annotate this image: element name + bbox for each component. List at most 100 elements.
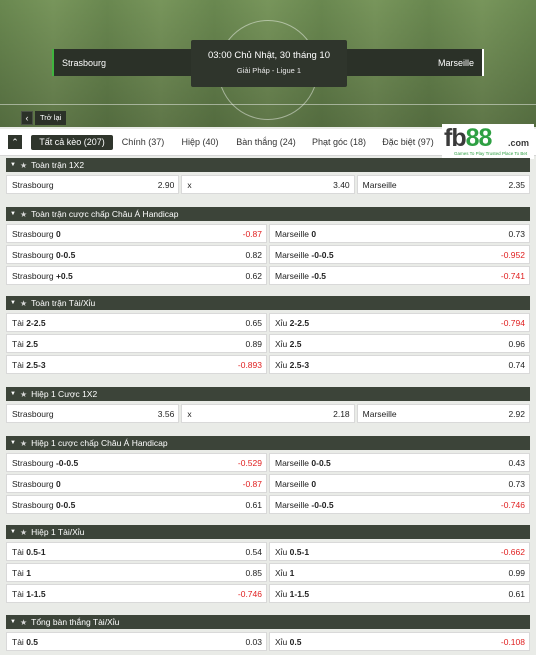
- star-icon[interactable]: ★: [20, 390, 27, 399]
- tab-main[interactable]: Chính (37): [118, 135, 168, 150]
- collapse-all-button[interactable]: ⌃: [8, 135, 22, 149]
- odds-value: 0.61: [245, 499, 262, 510]
- caret-down-icon: ▼: [10, 211, 16, 217]
- odds-value: 0.43: [508, 457, 525, 468]
- star-icon[interactable]: ★: [20, 161, 27, 170]
- home-team-name: Strasbourg: [62, 57, 107, 68]
- odds-row: Strasbourg 3.56 x 2.18 Marseille 2.92: [6, 404, 530, 423]
- caret-down-icon: ▼: [10, 162, 16, 168]
- match-header: Strasbourg Marseille 03:00 Chủ Nhật, 30 …: [0, 0, 536, 127]
- odds-cell[interactable]: Tài 0.5 0.03: [6, 632, 267, 651]
- selection-label: Tài 0.5: [12, 637, 38, 647]
- market-section-header[interactable]: ▼ ★ Toàn trận 1X2: [6, 158, 530, 172]
- odds-cell[interactable]: Tài 2-2.5 0.65: [6, 313, 267, 332]
- selection-line: -0-0.5: [311, 249, 334, 260]
- odds-cell[interactable]: Strasbourg +0.5 0.62: [6, 266, 267, 285]
- selection-label: Strasbourg 0-0.5: [12, 250, 75, 260]
- odds-cell[interactable]: Xỉu 2-2.5 -0.794: [269, 313, 530, 332]
- odds-value: 0.89: [245, 338, 262, 349]
- selection-label: Strasbourg 0: [12, 229, 61, 239]
- odds-value: 0.61: [508, 588, 525, 599]
- odds-value: -0.794: [500, 317, 525, 328]
- odds-cell[interactable]: Strasbourg 0 -0.87: [6, 474, 267, 493]
- odds-value: 3.56: [157, 408, 175, 419]
- selection-name: x: [187, 408, 192, 419]
- odds-cell[interactable]: Strasbourg 0-0.5 0.61: [6, 495, 267, 514]
- odds-cell[interactable]: Xỉu 0.5 -0.108: [269, 632, 530, 651]
- market-section-header[interactable]: ▼ ★ Tổng bàn thắng Tài/Xỉu: [6, 615, 530, 629]
- selection-label: Xỉu 2-2.5: [275, 318, 309, 328]
- market-section-header[interactable]: ▼ ★ Toàn trận cược chấp Châu Á Handicap: [6, 207, 530, 221]
- odds-cell[interactable]: Marseille 0 0.73: [269, 224, 530, 243]
- tab-corners[interactable]: Phạt góc (18): [308, 135, 370, 150]
- odds-cell[interactable]: x 2.18: [181, 404, 355, 423]
- tab-half[interactable]: Hiệp (40): [176, 135, 224, 150]
- selection-line: 0-0.5: [311, 457, 331, 468]
- match-time: 03:00 Chủ Nhật, 30 tháng 10: [207, 50, 330, 61]
- selection-label: Marseille 0: [275, 229, 316, 239]
- odds-cell[interactable]: Tài 2.5 0.89: [6, 334, 267, 353]
- market-section: ▼ ★ Toàn trận Tài/Xỉu Tài 2-2.5 0.65 Xỉu 2-2.…: [6, 296, 530, 377]
- odds-value: 0.65: [245, 317, 262, 328]
- odds-cell[interactable]: Xỉu 1 0.99: [269, 563, 530, 582]
- odds-cell[interactable]: Xỉu 2.5-3 0.74: [269, 355, 530, 374]
- market-section-header[interactable]: ▼ ★ Hiệp 1 Cược 1X2: [6, 387, 530, 401]
- selection-name: Marseille: [275, 249, 310, 260]
- odds-cell[interactable]: x 3.40: [181, 175, 355, 194]
- odds-cell[interactable]: Tài 2.5-3 -0.893: [6, 355, 267, 374]
- match-league: Giải Pháp - Ligue 1: [236, 66, 302, 75]
- tab-all[interactable]: Tất cả kèo (207): [31, 135, 113, 150]
- selection-name: Marseille: [275, 270, 310, 281]
- market-section-header[interactable]: ▼ ★ Hiệp 1 cược chấp Châu Á Handicap: [6, 436, 530, 450]
- star-icon[interactable]: ★: [20, 210, 27, 219]
- odds-value: 2.90: [157, 179, 175, 190]
- tab-special[interactable]: Đặc biệt (97): [380, 135, 436, 150]
- star-icon[interactable]: ★: [20, 618, 27, 627]
- odds-cell[interactable]: Xỉu 2.5 0.96: [269, 334, 530, 353]
- selection-label: x: [187, 409, 191, 419]
- market-section-header[interactable]: ▼ ★ Toàn trận Tài/Xỉu: [6, 296, 530, 310]
- star-icon[interactable]: ★: [20, 439, 27, 448]
- odds-cell[interactable]: Xỉu 1-1.5 0.61: [269, 584, 530, 603]
- selection-name: Xỉu: [275, 636, 288, 647]
- odds-cell[interactable]: Marseille 2.92: [356, 404, 530, 423]
- selection-name: Tài: [12, 317, 24, 328]
- odds-row: Strasbourg 0-0.5 0.82 Marseille -0-0.5 -0.9…: [6, 245, 530, 264]
- odds-cell[interactable]: Strasbourg 0-0.5 0.82: [6, 245, 267, 264]
- selection-label: Strasbourg 0-0.5: [12, 500, 75, 510]
- odds-cell[interactable]: Strasbourg -0-0.5 -0.529: [6, 453, 267, 472]
- selection-label: Tài 0.5-1: [12, 547, 46, 557]
- odds-cell[interactable]: Tài 1-1.5 -0.746: [6, 584, 267, 603]
- double-chevron-up-icon: ⌃: [11, 136, 19, 147]
- odds-cell[interactable]: Strasbourg 3.56: [6, 404, 180, 423]
- odds-value: 3.40: [333, 179, 350, 190]
- odds-value: -0.529: [237, 457, 262, 468]
- market-title: Tổng bàn thắng Tài/Xỉu: [31, 617, 120, 627]
- star-icon[interactable]: ★: [20, 528, 27, 537]
- logo-wordmark: fb88: [444, 124, 492, 152]
- selection-line: 2.5: [26, 338, 39, 349]
- star-icon[interactable]: ★: [20, 299, 27, 308]
- odds-cell[interactable]: Tài 0.5-1 0.54: [6, 542, 267, 561]
- odds-cell[interactable]: Marseille 0 0.73: [269, 474, 530, 493]
- back-button[interactable]: ‹ Trở lại: [21, 111, 67, 125]
- selection-label: Strasbourg 0: [12, 479, 61, 489]
- odds-cell[interactable]: Marseille -0-0.5 -0.746: [269, 495, 530, 514]
- market-section-header[interactable]: ▼ ★ Hiệp 1 Tài/Xỉu: [6, 525, 530, 539]
- odds-cell[interactable]: Marseille 2.35: [356, 175, 530, 194]
- odds-cell[interactable]: Marseille -0.5 -0.741: [269, 266, 530, 285]
- odds-row: Tài 0.5-1 0.54 Xỉu 0.5-1 -0.662: [6, 542, 530, 561]
- caret-down-icon: ▼: [10, 391, 16, 397]
- odds-row: Strasbourg 0-0.5 0.61 Marseille -0-0.5 -0.7…: [6, 495, 530, 514]
- home-team: Strasbourg: [52, 49, 192, 76]
- odds-cell[interactable]: Marseille 0-0.5 0.43: [269, 453, 530, 472]
- odds-cell[interactable]: Strasbourg 2.90: [6, 175, 180, 194]
- odds-cell[interactable]: Marseille -0-0.5 -0.952: [269, 245, 530, 264]
- odds-cell[interactable]: Tài 1 0.85: [6, 563, 267, 582]
- odds-cell[interactable]: Strasbourg 0 -0.87: [6, 224, 267, 243]
- odds-value: 0.99: [508, 567, 525, 578]
- selection-name: Marseille: [275, 499, 310, 510]
- tab-goals[interactable]: Bàn thắng (24): [233, 135, 299, 150]
- odds-value: -0.662: [500, 546, 525, 557]
- odds-cell[interactable]: Xỉu 0.5-1 -0.662: [269, 542, 530, 561]
